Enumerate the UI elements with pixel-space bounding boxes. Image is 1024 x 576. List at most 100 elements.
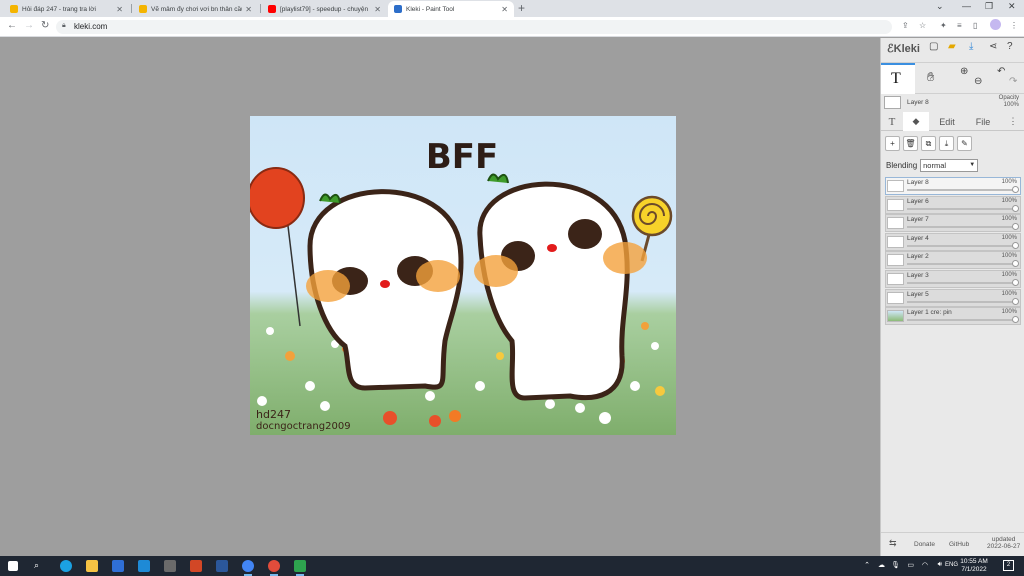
text-tool-button[interactable]: T: [881, 63, 915, 94]
donate-link[interactable]: Donate: [914, 541, 935, 548]
slider-knob[interactable]: [1012, 316, 1019, 324]
battery-icon[interactable]: ▭: [907, 561, 914, 569]
slider-knob[interactable]: [1012, 186, 1019, 193]
layer-row[interactable]: Layer 2 100%: [885, 251, 1021, 270]
close-tab-icon[interactable]: ✕: [116, 5, 123, 14]
browser-tab-4[interactable]: Kleki - Paint Tool ✕: [388, 1, 514, 17]
slider-knob[interactable]: [1012, 223, 1019, 231]
layer-row[interactable]: Layer 3 100%: [885, 269, 1021, 288]
slider-knob[interactable]: [1012, 241, 1019, 249]
menu-icon[interactable]: ⋮: [1010, 21, 1018, 30]
forward-icon[interactable]: →: [24, 20, 34, 31]
blending-select[interactable]: normal ▼: [920, 159, 979, 172]
save-icon[interactable]: ⤓: [969, 41, 973, 52]
profile-icon[interactable]: [990, 19, 1001, 30]
duplicate-layer-icon[interactable]: ⧉: [921, 136, 936, 151]
back-icon[interactable]: ←: [7, 20, 17, 31]
minimize-icon[interactable]: —: [962, 1, 971, 11]
slider-knob[interactable]: [1012, 204, 1019, 212]
star-icon[interactable]: ☆: [919, 21, 926, 30]
close-tab-icon[interactable]: ✕: [245, 5, 252, 14]
browser-tab-3[interactable]: [playlist79] - speedup - chuyện ✕: [262, 1, 387, 17]
slider-knob[interactable]: [1012, 297, 1019, 305]
chrome-profile-icon[interactable]: [268, 560, 280, 576]
tab-file[interactable]: File: [965, 112, 1001, 131]
layer-row[interactable]: Layer 1 cre: pin 100%: [885, 307, 1021, 326]
add-layer-icon[interactable]: +: [885, 136, 900, 151]
restore-icon[interactable]: ❐: [985, 1, 993, 12]
lock-icon[interactable]: 🔒︎: [62, 22, 66, 30]
volume-icon[interactable]: 🔊︎: [938, 561, 942, 569]
edge-icon[interactable]: [60, 560, 72, 572]
hand-tool-icon[interactable]: ✋︎: [927, 69, 934, 85]
layer-row[interactable]: Layer 7 100%: [885, 214, 1021, 233]
layer-opacity-slider[interactable]: [907, 223, 1019, 231]
layer-opacity-slider[interactable]: [907, 316, 1019, 324]
microphone-icon[interactable]: 🎙︎: [891, 561, 900, 569]
windows-start-icon[interactable]: [8, 561, 18, 571]
layer-opacity-slider[interactable]: [907, 260, 1019, 268]
tab-tool-settings[interactable]: T: [881, 112, 903, 131]
sidebar-icon[interactable]: ▯: [973, 21, 977, 30]
clock[interactable]: 10:55 AM 7/1/2022: [956, 558, 992, 574]
word-icon[interactable]: [216, 560, 228, 572]
layer-opacity-slider[interactable]: [907, 297, 1019, 305]
canvas-area[interactable]: BFF hd247 docngoctrang2009: [0, 38, 880, 556]
hidden-icons-chevron-icon[interactable]: ⌃: [864, 561, 870, 569]
address-bar-row: ← → ↻ 🔒︎ kleki.com ⇪ ☆ ✦ ≡ ▯ ⋮: [0, 17, 1024, 37]
wifi-icon[interactable]: ◠: [922, 561, 928, 569]
tab-layers[interactable]: ◆: [903, 112, 929, 131]
github-link[interactable]: GitHub: [949, 541, 969, 548]
new-tab-icon[interactable]: +: [518, 1, 525, 15]
search-icon[interactable]: ⌕: [34, 560, 46, 572]
swap-panel-icon[interactable]: ⇆: [889, 538, 897, 549]
tab-search-icon[interactable]: ⌄: [936, 1, 944, 12]
notifications-icon[interactable]: 2: [1003, 560, 1014, 571]
share-icon[interactable]: ⇪: [902, 21, 909, 30]
zoom-out-icon[interactable]: ⊖: [974, 76, 982, 87]
more-options-icon[interactable]: ⋮: [1005, 112, 1021, 131]
close-tab-icon[interactable]: ✕: [501, 5, 508, 14]
layer-row[interactable]: Layer 8 100%: [885, 177, 1021, 195]
cloud-icon[interactable]: ☁: [878, 561, 885, 569]
close-tab-icon[interactable]: ✕: [374, 5, 381, 14]
layer-name: Layer 1 cre: pin: [907, 309, 952, 317]
browser-tab-2[interactable]: Vẽ mâm đy chơi vơi bn thân cầu ✕: [133, 1, 258, 17]
app-icon[interactable]: [294, 560, 306, 576]
close-window-icon[interactable]: ✕: [1008, 1, 1016, 12]
tab-title: Vẽ mâm đy chơi vơi bn thân cầu: [151, 5, 243, 13]
open-folder-icon[interactable]: ▰: [948, 41, 956, 52]
mail-icon[interactable]: [138, 560, 150, 572]
zoom-in-icon[interactable]: ⊕: [960, 66, 968, 77]
drawing-canvas[interactable]: BFF hd247 docngoctrang2009: [250, 116, 676, 435]
slider-knob[interactable]: [1012, 278, 1019, 286]
share-icon[interactable]: ⋖: [989, 41, 997, 52]
layer-opacity-slider[interactable]: [907, 204, 1019, 212]
tab-edit[interactable]: Edit: [929, 112, 965, 131]
slider-knob[interactable]: [1012, 260, 1019, 268]
url-field[interactable]: 🔒︎ kleki.com: [56, 20, 892, 34]
layer-opacity-slider[interactable]: [907, 278, 1019, 286]
layer-row[interactable]: Layer 6 100%: [885, 195, 1021, 214]
extensions-icon[interactable]: ✦: [940, 21, 947, 30]
file-explorer-icon[interactable]: [86, 560, 98, 572]
layer-opacity-slider[interactable]: [907, 241, 1019, 249]
powerpoint-icon[interactable]: [190, 560, 202, 572]
merge-down-icon[interactable]: ⤓: [939, 136, 954, 151]
layer-thumbnail: [887, 235, 904, 248]
browser-tab-1[interactable]: Hỏi đáp 247 - trang tra lời ✕: [4, 1, 129, 17]
layer-row[interactable]: Layer 5 100%: [885, 288, 1021, 307]
chrome-icon[interactable]: [242, 560, 254, 576]
store-icon[interactable]: [112, 560, 124, 572]
delete-layer-icon[interactable]: 🗑︎: [903, 136, 918, 151]
layer-opacity-slider[interactable]: [907, 186, 1019, 193]
camera-icon[interactable]: [164, 560, 176, 572]
rename-layer-icon[interactable]: ✎: [957, 136, 972, 151]
redo-icon[interactable]: ↷: [1009, 76, 1017, 87]
undo-icon[interactable]: ↶: [997, 66, 1005, 77]
reading-list-icon[interactable]: ≡: [957, 21, 962, 30]
layer-row[interactable]: Layer 4 100%: [885, 232, 1021, 251]
new-image-icon[interactable]: ▢: [929, 41, 938, 52]
reload-icon[interactable]: ↻: [41, 20, 49, 31]
help-icon[interactable]: ?: [1007, 41, 1013, 52]
